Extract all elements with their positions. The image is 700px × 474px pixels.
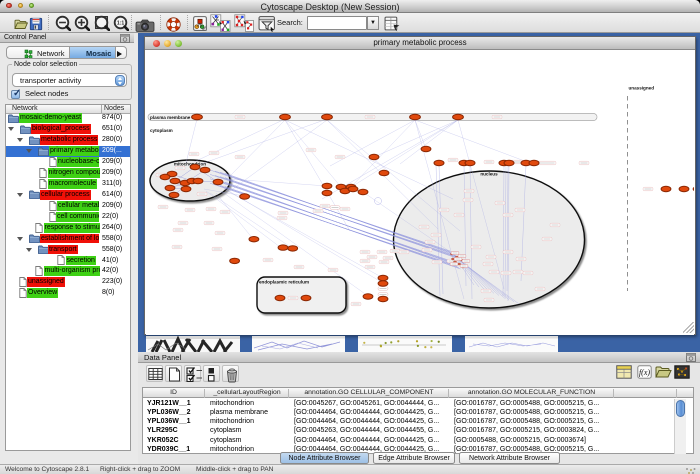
- svg-text:1:1: 1:1: [117, 21, 125, 27]
- svg-text:nucleus: nucleus: [480, 172, 498, 177]
- svg-text:cytoplasm: cytoplasm: [150, 128, 173, 133]
- svg-text:unassigned: unassigned: [629, 86, 655, 91]
- svg-text:plasma membrane: plasma membrane: [150, 115, 191, 120]
- svg-text:endoplasmic reticulum: endoplasmic reticulum: [259, 280, 309, 285]
- svg-text:f(x): f(x): [639, 368, 650, 377]
